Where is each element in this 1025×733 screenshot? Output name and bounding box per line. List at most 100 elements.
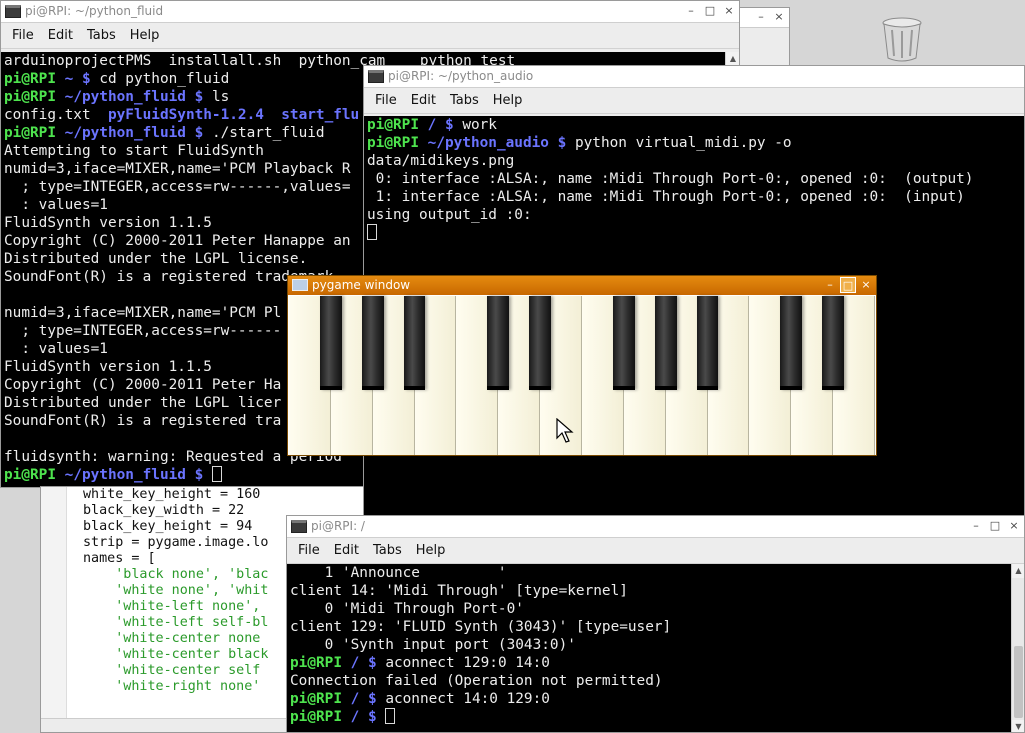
terminal-text: : values=1 (4, 341, 108, 357)
black-key[interactable] (361, 296, 384, 390)
terminal-text: 0 'Synth input port (3043:0)' (290, 637, 576, 653)
close-icon[interactable]: × (771, 9, 787, 25)
terminal-text: client 14: 'Midi Through' [type=kernel] (290, 583, 628, 599)
black-key[interactable] (487, 296, 510, 390)
black-key[interactable] (403, 296, 426, 390)
terminal-text: Distributed under the LGPL license. (4, 251, 308, 267)
code-line: 'white-center self (83, 663, 268, 679)
terminal-text: Distributed under the LGPL licer (4, 395, 282, 411)
text-cursor (367, 224, 377, 240)
code-text: white_key_height = 160 (83, 487, 261, 502)
code-line: 'white-right none' (83, 679, 268, 695)
minimize-icon[interactable]: – (683, 3, 699, 19)
terminal-text: cd python_fluid (99, 71, 230, 87)
scrollbar-thumb[interactable] (1014, 646, 1023, 718)
terminal-text: pi@RPI (4, 125, 65, 141)
menu-help[interactable]: Help (409, 543, 453, 558)
code-text: 'white-left none', (83, 599, 261, 614)
terminal-text: pi@RPI (4, 89, 65, 105)
menu-edit[interactable]: Edit (41, 28, 80, 43)
terminal-line: using output_id :0: (367, 206, 1024, 224)
scrollbar[interactable]: ▲ ▼ (1011, 564, 1024, 732)
code-line: black_key_height = 94 (83, 519, 268, 535)
terminal-text: pi@RPI (367, 117, 428, 133)
black-key[interactable] (654, 296, 677, 390)
terminal-text: aconnect 14:0 129:0 (385, 691, 550, 707)
terminal-line (367, 224, 1024, 242)
title-bar[interactable]: pi@RPI: ~/python_fluid – □ × (1, 1, 739, 23)
menu-file[interactable]: File (368, 93, 404, 108)
terminal-text: numid=3,iface=MIXER,name='PCM Pl (4, 305, 282, 321)
terminal-text: ; type=INTEGER,access=rw------ (4, 323, 282, 339)
terminal-text: : values=1 (4, 197, 108, 213)
terminal-text: client 129: 'FLUID Synth (3043)' [type=u… (290, 619, 672, 635)
title-bar[interactable]: pi@RPI: / – □ × (287, 516, 1024, 538)
minimize-icon[interactable]: – (822, 277, 838, 293)
scroll-up-icon[interactable]: ▲ (1012, 564, 1024, 578)
scroll-up-icon[interactable]: ▲ (726, 52, 739, 66)
text-cursor (385, 708, 396, 724)
menu-help[interactable]: Help (123, 28, 167, 43)
pygame-window[interactable]: pygame window – □ × (287, 275, 877, 456)
minimize-icon[interactable]: – (968, 518, 984, 534)
code-line: 'white none', 'whit (83, 583, 268, 599)
minimize-icon[interactable]: – (753, 9, 769, 25)
terminal-text: 0 'Midi Through Port-0' (290, 601, 524, 617)
code-area[interactable]: white_key_height = 160 black_key_width = … (83, 487, 268, 695)
code-text: black_key_height = 94 (83, 519, 253, 534)
menu-tabs[interactable]: Tabs (80, 28, 123, 43)
menu-file[interactable]: File (5, 28, 41, 43)
maximize-icon[interactable]: □ (987, 518, 1003, 534)
title-bar[interactable]: pygame window – □ × (288, 276, 876, 295)
terminal-text: ~/python_fluid $ (64, 125, 212, 141)
menu-tabs[interactable]: Tabs (443, 93, 486, 108)
terminal-icon (368, 70, 384, 83)
menu-help[interactable]: Help (486, 93, 530, 108)
menu-tabs[interactable]: Tabs (366, 543, 409, 558)
terminal-icon (5, 5, 21, 18)
code-text: 'white-right none' (83, 679, 261, 694)
close-icon[interactable]: × (721, 3, 737, 19)
black-key[interactable] (529, 296, 552, 390)
maximize-icon[interactable]: □ (702, 3, 718, 19)
menu-bar: File Edit Tabs Help (364, 88, 1024, 114)
terminal-line: pi@RPI / $ work (367, 116, 1024, 134)
window-title: pi@RPI: ~/python_fluid (25, 4, 164, 18)
terminal-window-root[interactable]: pi@RPI: / – □ × File Edit Tabs Help 1 'A… (286, 515, 1025, 733)
terminal-line: 1 'Announce ' (290, 564, 1011, 582)
terminal-line: client 129: 'FLUID Synth (3043)' [type=u… (290, 618, 1011, 636)
window-icon (292, 279, 308, 291)
scroll-down-icon[interactable]: ▼ (1012, 720, 1024, 732)
black-key[interactable] (822, 296, 845, 390)
terminal-output[interactable]: 1 'Announce ' client 14: 'Midi Through' [… (287, 564, 1011, 732)
menu-edit[interactable]: Edit (327, 543, 366, 558)
line-number-gutter (41, 487, 67, 732)
close-icon[interactable]: × (1006, 518, 1022, 534)
trash-icon[interactable] (880, 16, 924, 62)
terminal-text: ; type=INTEGER,access=rw------,values= (4, 179, 351, 195)
terminal-text: work (462, 117, 497, 133)
terminal-text: python virtual_midi.py -o (574, 135, 792, 151)
mouse-pointer-icon (556, 418, 574, 443)
terminal-text: Connection failed (Operation not permitt… (290, 673, 663, 689)
terminal-text: aconnect 129:0 14:0 (385, 655, 550, 671)
piano-keyboard[interactable] (289, 296, 875, 455)
terminal-text: using output_id :0: (367, 207, 532, 223)
title-bar[interactable]: pi@RPI: ~/python_audio (364, 66, 1024, 88)
menu-edit[interactable]: Edit (404, 93, 443, 108)
terminal-text: pyFluidSynth-1.2.4 start_flu (107, 107, 360, 123)
text-cursor (211, 466, 222, 482)
black-key[interactable] (780, 296, 803, 390)
close-icon[interactable]: × (858, 277, 874, 293)
terminal-line: 1: interface :ALSA:, name :Midi Through … (367, 188, 1024, 206)
code-text: 'white-center black (83, 647, 269, 662)
black-key[interactable] (319, 296, 342, 390)
terminal-text: pi@RPI (367, 135, 428, 151)
black-key[interactable] (696, 296, 719, 390)
maximize-icon[interactable]: □ (840, 277, 856, 293)
terminal-text: config.txt (4, 107, 108, 123)
terminal-text: Attempting to start FluidSynth (4, 143, 264, 159)
black-key[interactable] (612, 296, 635, 390)
menu-file[interactable]: File (291, 543, 327, 558)
terminal-text: FluidSynth version 1.1.5 (4, 359, 212, 375)
